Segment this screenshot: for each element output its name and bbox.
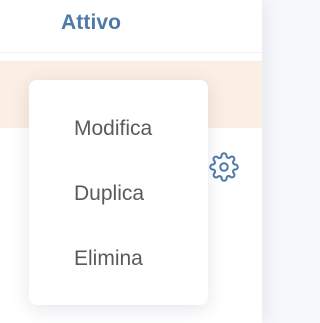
- menu-item-modifica[interactable]: Modifica: [74, 117, 152, 141]
- status-text: Attivo: [61, 11, 122, 34]
- row-actions-menu: Modifica Duplica Elimina: [29, 80, 208, 305]
- status-cell: Attivo: [0, 0, 262, 53]
- gear-icon: [209, 151, 239, 187]
- menu-item-elimina[interactable]: Elimina: [74, 247, 143, 271]
- row-settings-button[interactable]: [207, 151, 241, 187]
- menu-item-duplica[interactable]: Duplica: [74, 182, 144, 206]
